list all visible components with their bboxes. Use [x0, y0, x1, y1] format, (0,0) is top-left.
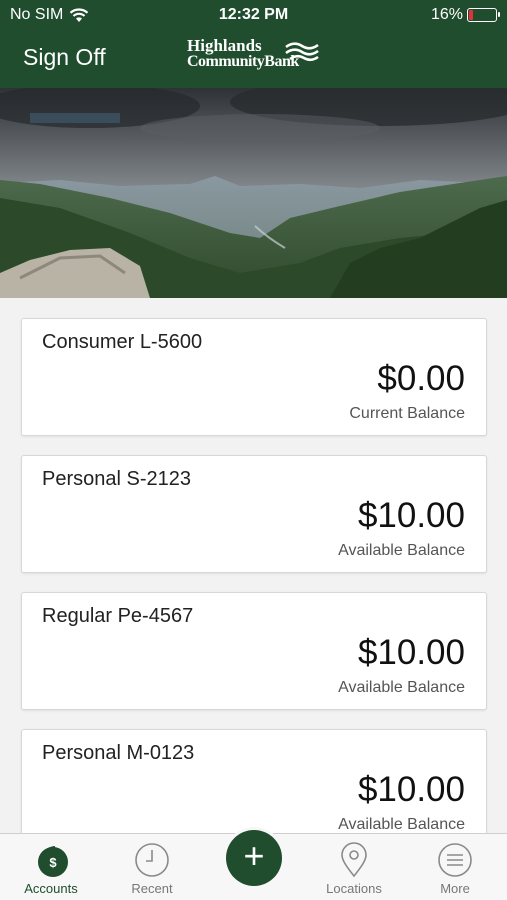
- bank-logo: Highlands CommunityBank: [187, 36, 319, 70]
- account-balance-label: Available Balance: [338, 679, 465, 696]
- map-pin-icon: [341, 842, 367, 878]
- status-right: 16%: [430, 6, 500, 24]
- sign-off-button[interactable]: Sign Off: [23, 44, 106, 71]
- mountain-landscape-image: [0, 88, 507, 298]
- account-balance-amount: $10.00: [357, 770, 465, 809]
- tab-recent[interactable]: Recent: [107, 834, 197, 900]
- tab-accounts[interactable]: $ Accounts: [6, 834, 96, 900]
- status-bar: No SIM 12:32 PM 16%: [0, 0, 507, 30]
- battery-level: [469, 10, 473, 20]
- clock-icon: [135, 843, 169, 877]
- tab-more[interactable]: More: [410, 834, 500, 900]
- account-balance-amount: $10.00: [357, 496, 465, 535]
- tab-label: Recent: [131, 881, 173, 896]
- account-name: Regular Pe-4567: [42, 605, 194, 627]
- tab-label: Locations: [326, 881, 382, 896]
- account-card[interactable]: Personal S-2123 $10.00 Available Balance: [21, 455, 487, 573]
- accounts-list: Consumer L-5600 $0.00 Current Balance Pe…: [0, 298, 507, 833]
- dollar-icon: $: [38, 846, 68, 877]
- account-balance-amount: $10.00: [357, 633, 465, 672]
- account-card[interactable]: Consumer L-5600 $0.00 Current Balance: [21, 318, 487, 436]
- account-name: Personal M-0123: [42, 742, 195, 764]
- svg-text:$: $: [49, 855, 57, 870]
- hero-mountain-image: [0, 88, 507, 298]
- add-button[interactable]: +: [226, 830, 282, 886]
- tab-locations[interactable]: Locations: [309, 834, 399, 900]
- tab-label: Accounts: [24, 881, 78, 896]
- account-card[interactable]: Regular Pe-4567 $10.00 Available Balance: [21, 592, 487, 710]
- account-balance-label: Current Balance: [349, 405, 465, 422]
- menu-icon: [438, 843, 472, 877]
- account-name: Personal S-2123: [42, 468, 191, 490]
- nav-bar: Sign Off Highlands CommunityBank: [0, 30, 507, 88]
- logo-line1: Highlands: [187, 36, 262, 55]
- account-balance-amount: $0.00: [377, 359, 465, 398]
- account-card[interactable]: Personal M-0123 $10.00 Available Balance: [21, 729, 487, 833]
- logo-line2: CommunityBank: [187, 53, 299, 70]
- account-balance-label: Available Balance: [338, 542, 465, 559]
- battery-percent: 16%: [430, 6, 463, 23]
- wave-logo-icon: [285, 42, 319, 62]
- battery-icon: [467, 8, 500, 22]
- tab-label: More: [440, 881, 470, 896]
- account-balance-label: Available Balance: [338, 816, 465, 833]
- account-name: Consumer L-5600: [42, 331, 203, 353]
